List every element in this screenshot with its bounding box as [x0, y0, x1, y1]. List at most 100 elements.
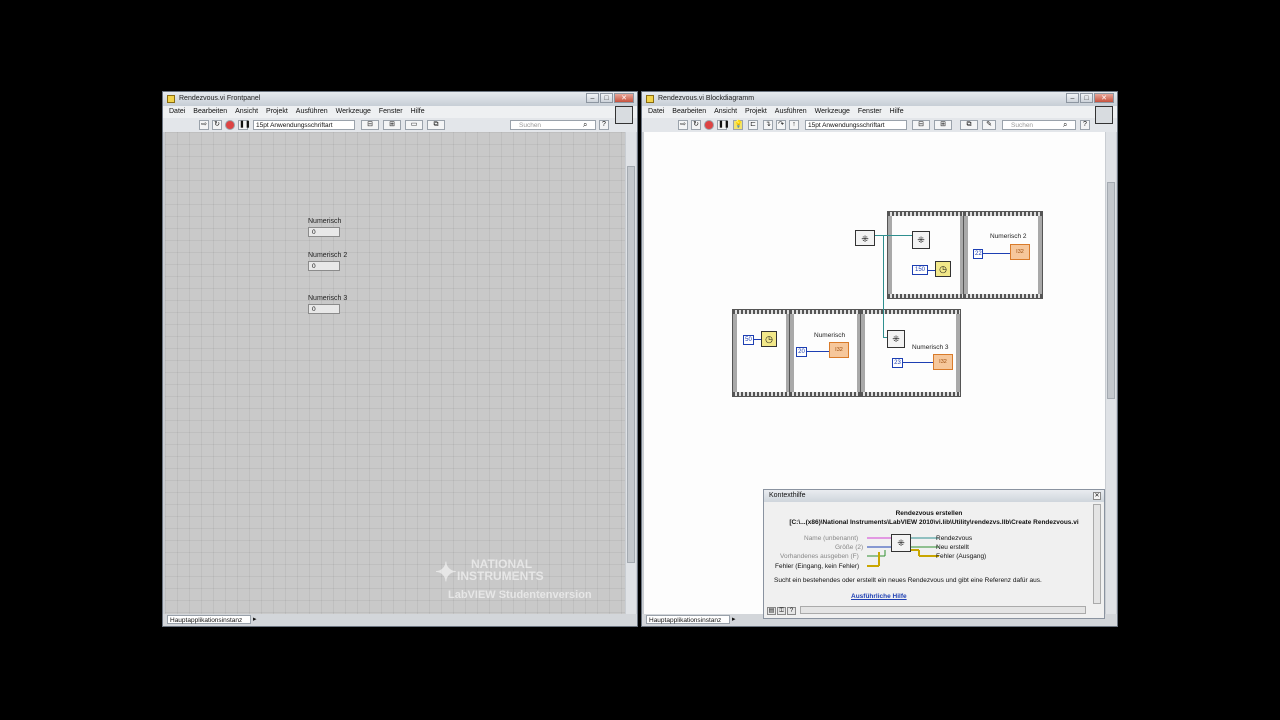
create-rendezvous-node[interactable]: ⁜: [855, 230, 875, 246]
menu-fenster[interactable]: Fenster: [379, 108, 403, 115]
numeric-control-3[interactable]: Numerisch 3 0: [308, 295, 347, 314]
front-panel-titlebar[interactable]: Rendezvous.vi Frontpanel – □ ✕: [163, 92, 637, 106]
search-icon[interactable]: ⌕: [583, 120, 587, 130]
front-panel-vscroll[interactable]: [626, 132, 636, 614]
front-panel-canvas[interactable]: Numerisch 0 Numerisch 2 0 Numerisch 3 0 …: [165, 132, 625, 614]
vi-icon: [646, 95, 654, 103]
menu-werkzeuge[interactable]: Werkzeuge: [815, 108, 850, 115]
constant-23[interactable]: 23: [892, 358, 903, 368]
maximize-button[interactable]: □: [600, 93, 613, 103]
menu-bearbeiten[interactable]: Bearbeiten: [193, 108, 227, 115]
constant-20[interactable]: 20: [796, 347, 807, 357]
close-icon[interactable]: ✕: [1093, 492, 1101, 500]
context-help-icon[interactable]: ?: [1080, 120, 1090, 130]
context-help-hscroll[interactable]: [800, 606, 1086, 614]
wait-at-rendezvous-node[interactable]: ⁜: [912, 231, 930, 249]
wait-at-rendezvous-node[interactable]: ⁜: [887, 330, 905, 348]
menu-ausfuehren[interactable]: Ausführen: [296, 108, 328, 115]
menu-projekt[interactable]: Projekt: [266, 108, 288, 115]
close-button[interactable]: ✕: [614, 93, 634, 103]
indicator-numerisch-2[interactable]: I32: [1010, 244, 1030, 260]
context-help-description: Sucht ein bestehendes oder erstellt ein …: [774, 577, 1042, 584]
menu-ansicht[interactable]: Ansicht: [714, 108, 737, 115]
close-button[interactable]: ✕: [1094, 93, 1114, 103]
minimize-button[interactable]: –: [586, 93, 599, 103]
numeric-2-value[interactable]: 0: [308, 261, 340, 271]
menu-datei[interactable]: Datei: [169, 108, 185, 115]
application-instance[interactable]: Hauptapplikationsinstanz: [167, 615, 251, 624]
run-arrow-icon[interactable]: ⇨: [199, 120, 209, 130]
wait-ms-icon[interactable]: ◷: [761, 331, 777, 347]
block-diagram-toolbar: ⇨ ↻ ❚❚ 💡 ⊏ ↴ ↷ ↑ 15pt Anwendungsschrifta…: [642, 106, 1117, 132]
output-fehler: Fehler (Ausgang): [936, 553, 987, 560]
abort-icon[interactable]: [225, 120, 235, 130]
pause-icon[interactable]: ❚❚: [717, 120, 730, 130]
step-over-icon[interactable]: ↷: [776, 120, 786, 130]
show-optional-terminals-icon[interactable]: ▤: [767, 607, 776, 615]
context-help-vscroll[interactable]: [1093, 504, 1101, 604]
scroll-thumb[interactable]: [627, 166, 635, 563]
detailed-help-link[interactable]: Ausführliche Hilfe: [851, 593, 907, 600]
context-help-icon[interactable]: ?: [599, 120, 609, 130]
application-instance[interactable]: Hauptapplikationsinstanz: [646, 615, 730, 624]
constant-50[interactable]: 50: [743, 335, 754, 345]
align-objects-icon[interactable]: ⊟: [361, 120, 379, 130]
output-rendezvous: Rendezvous: [936, 535, 973, 542]
maximize-button[interactable]: □: [1080, 93, 1093, 103]
font-select[interactable]: 15pt Anwendungsschriftart: [805, 120, 907, 130]
distribute-objects-icon[interactable]: ⊞: [934, 120, 952, 130]
menu-ausfuehren[interactable]: Ausführen: [775, 108, 807, 115]
wire-20: [807, 351, 829, 352]
menu-projekt[interactable]: Projekt: [745, 108, 767, 115]
indicator-numerisch-3[interactable]: I32: [933, 354, 953, 370]
numeric-control[interactable]: Numerisch 0: [308, 218, 341, 237]
menu-hilfe[interactable]: Hilfe: [411, 108, 425, 115]
resize-objects-icon[interactable]: ▭: [405, 120, 423, 130]
constant-22[interactable]: 22: [973, 249, 983, 259]
sequence-frame-top-1[interactable]: [887, 211, 965, 299]
search-icon[interactable]: ⌕: [1063, 120, 1067, 130]
menu-bearbeiten[interactable]: Bearbeiten: [672, 108, 706, 115]
menu-fenster[interactable]: Fenster: [858, 108, 882, 115]
block-diagram-titlebar[interactable]: Rendezvous.vi Blockdiagramm – □ ✕: [642, 92, 1117, 106]
step-out-icon[interactable]: ↑: [789, 120, 799, 130]
vi-connector-icon[interactable]: [1095, 106, 1113, 124]
numeric-value[interactable]: 0: [308, 227, 340, 237]
clean-up-diagram-icon[interactable]: ✎: [982, 120, 996, 130]
scroll-right-icon[interactable]: ▸: [732, 615, 736, 623]
vi-connector-icon[interactable]: [615, 106, 633, 124]
menu-ansicht[interactable]: Ansicht: [235, 108, 258, 115]
step-into-icon[interactable]: ↴: [763, 120, 773, 130]
abort-icon[interactable]: [704, 120, 714, 130]
menu-datei[interactable]: Datei: [648, 108, 664, 115]
menu-hilfe[interactable]: Hilfe: [890, 108, 904, 115]
numeric-control-2[interactable]: Numerisch 2 0: [308, 252, 347, 271]
help-icon[interactable]: ?: [787, 607, 796, 615]
reorder-icon[interactable]: ⧉: [960, 120, 978, 130]
sequence-frame-bottom-1[interactable]: [732, 309, 791, 397]
minimize-button[interactable]: –: [1066, 93, 1079, 103]
front-panel-toolbar: ⇨ ↻ ❚❚ 15pt Anwendungsschriftart ⊟ ⊞ ▭ ⧉…: [163, 106, 637, 132]
sequence-frame-bottom-3[interactable]: [860, 309, 961, 397]
scroll-thumb[interactable]: [1107, 182, 1115, 399]
context-help-title[interactable]: Kontexthilfe: [764, 490, 1104, 502]
highlight-execution-icon[interactable]: 💡: [733, 120, 743, 130]
indicator-numerisch[interactable]: I32: [829, 342, 849, 358]
distribute-objects-icon[interactable]: ⊞: [383, 120, 401, 130]
constant-150[interactable]: 150: [912, 265, 928, 275]
wait-ms-icon[interactable]: ◷: [935, 261, 951, 277]
font-select[interactable]: 15pt Anwendungsschriftart: [253, 120, 355, 130]
numeric-3-value[interactable]: 0: [308, 304, 340, 314]
run-continuously-icon[interactable]: ↻: [691, 120, 701, 130]
block-diagram-vscroll[interactable]: [1106, 132, 1116, 614]
lock-icon[interactable]: ⚿: [777, 607, 786, 615]
menu-werkzeuge[interactable]: Werkzeuge: [336, 108, 371, 115]
retain-wire-values-icon[interactable]: ⊏: [748, 120, 758, 130]
align-objects-icon[interactable]: ⊟: [912, 120, 930, 130]
run-continuously-icon[interactable]: ↻: [212, 120, 222, 130]
numeric-3-label: Numerisch 3: [308, 295, 348, 302]
run-arrow-icon[interactable]: ⇨: [678, 120, 688, 130]
pause-icon[interactable]: ❚❚: [238, 120, 251, 130]
reorder-icon[interactable]: ⧉: [427, 120, 445, 130]
scroll-right-icon[interactable]: ▸: [253, 615, 257, 623]
